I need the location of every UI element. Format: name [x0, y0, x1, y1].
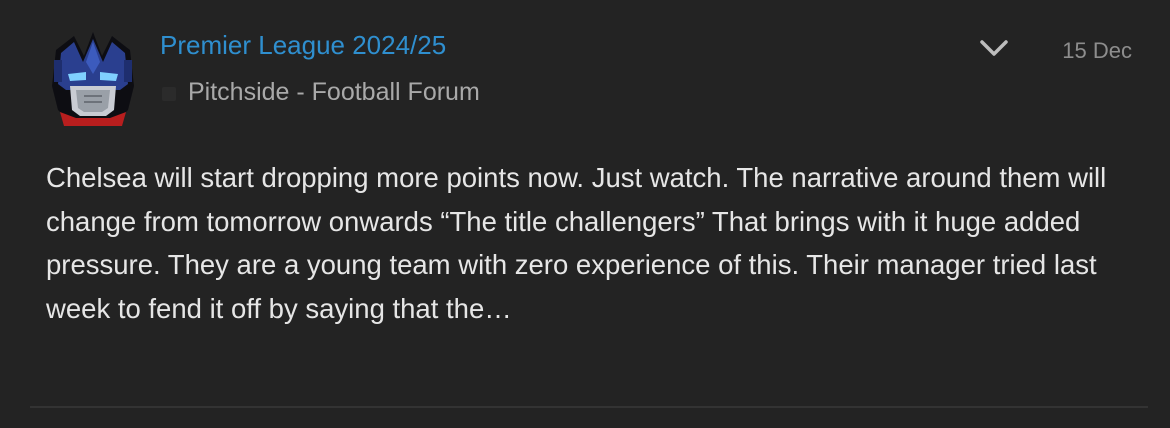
user-avatar[interactable] — [46, 26, 140, 130]
forum-name: Pitchside - Football Forum — [188, 78, 480, 106]
thread-title-link[interactable]: Premier League 2024/25 — [160, 30, 446, 61]
robot-avatar-icon — [52, 32, 134, 126]
chevron-down-icon — [980, 40, 1008, 56]
post-excerpt[interactable]: Chelsea will start dropping more points … — [46, 156, 1136, 330]
forum-post-card[interactable]: Premier League 2024/25 Pitchside - Footb… — [0, 0, 1170, 428]
forum-info[interactable]: Pitchside - Football Forum — [162, 78, 480, 107]
post-date: 15 Dec — [1062, 38, 1132, 63]
forum-icon — [162, 86, 176, 101]
expand-button[interactable] — [978, 36, 1010, 60]
divider — [30, 406, 1148, 408]
